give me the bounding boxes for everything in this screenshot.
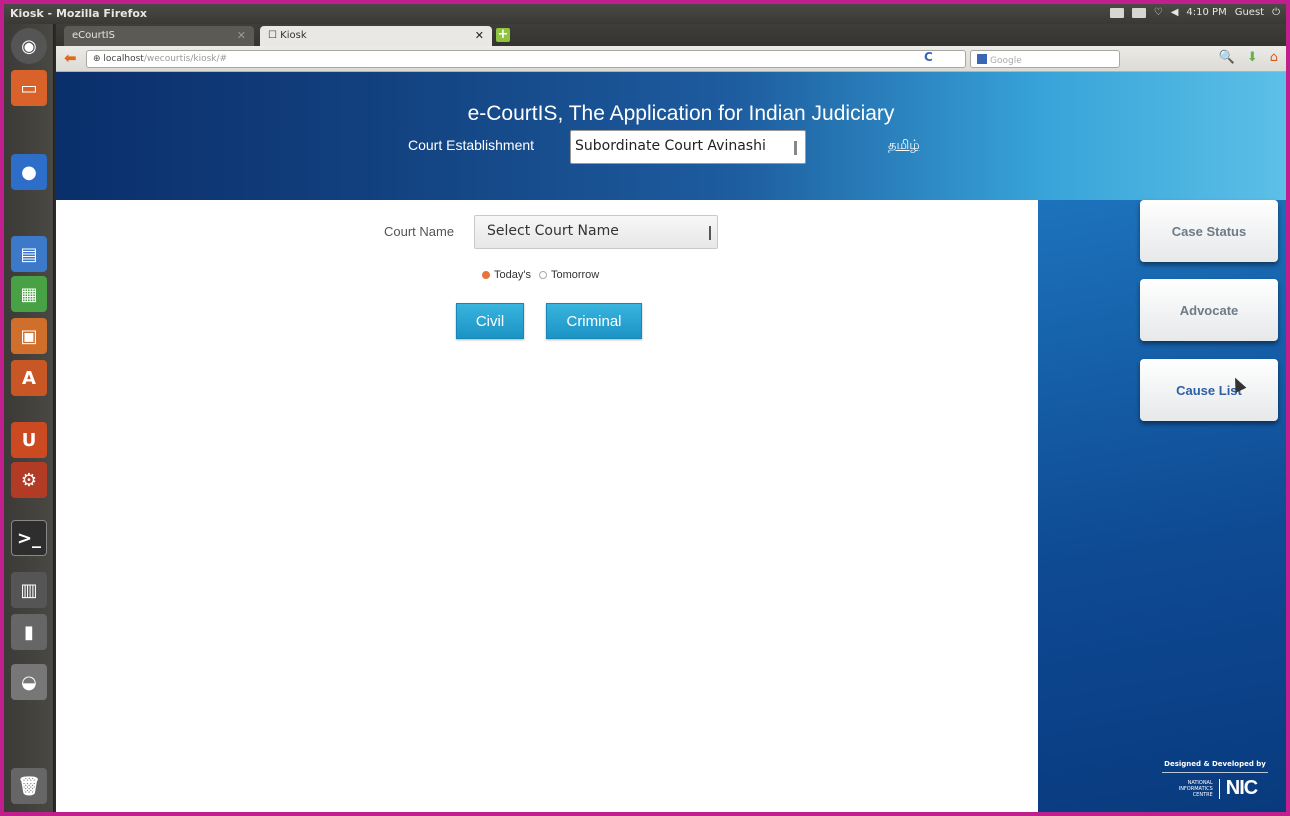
- ubuntu-one-icon[interactable]: U: [11, 422, 47, 458]
- files-icon[interactable]: ▭: [11, 70, 47, 106]
- url-path: /wecourtis/kiosk/#: [143, 54, 228, 64]
- software-center-icon[interactable]: A: [11, 360, 47, 396]
- home-icon[interactable]: ⌂: [1270, 50, 1278, 65]
- usb-drive-icon[interactable]: ▮: [11, 614, 47, 650]
- clock[interactable]: 4:10 PM: [1186, 7, 1226, 18]
- select-scroll-icon: [794, 141, 797, 155]
- download-icon[interactable]: ⬇: [1247, 50, 1258, 65]
- writer-icon[interactable]: ▤: [11, 236, 47, 272]
- tab-strip: eCourtIS ✕ ☐ Kiosk ✕ +: [56, 24, 1286, 46]
- criminal-button[interactable]: Criminal: [546, 303, 642, 339]
- main-content: Court Name Select Court Name Today's Tom…: [56, 200, 1038, 812]
- system-settings-icon[interactable]: ⚙: [11, 462, 47, 498]
- url-bar[interactable]: ⊕ localhost/wecourtis/kiosk/#: [86, 50, 966, 68]
- designed-by-text: Designed & Developed by: [1164, 760, 1266, 768]
- court-establishment-label: Court Establishment: [408, 137, 535, 153]
- page-icon: ☐: [268, 30, 277, 41]
- new-tab-button[interactable]: +: [496, 28, 510, 42]
- trash-icon[interactable]: 🗑: [11, 768, 47, 804]
- screen: Kiosk - Mozilla Firefox ♡ ◀ 4:10 PM Gues…: [4, 4, 1286, 812]
- window-title: Kiosk - Mozilla Firefox: [10, 7, 148, 20]
- court-name-label: Court Name: [384, 224, 455, 239]
- radio-today[interactable]: [482, 271, 490, 279]
- cdrom-icon[interactable]: ◒: [11, 664, 47, 700]
- launcher: ◉ ▭ ● ▤ ▦ ▣ A U ⚙ >_ ▥ ▮ ◒ 🗑: [4, 24, 54, 812]
- day-radio-group: Today's Tomorrow: [482, 269, 599, 281]
- impress-icon[interactable]: ▣: [11, 318, 47, 354]
- civil-button[interactable]: Civil: [456, 303, 524, 339]
- firefox-window: eCourtIS ✕ ☐ Kiosk ✕ + ⬅ ⊕ localhost/wec…: [56, 24, 1286, 812]
- navigation-bar: ⬅ ⊕ localhost/wecourtis/kiosk/# C Google…: [56, 46, 1286, 72]
- tab-label: Kiosk: [280, 30, 307, 41]
- search-bar[interactable]: Google: [970, 50, 1120, 68]
- header-banner: e-CourtIS, The Application for Indian Ju…: [56, 72, 1286, 200]
- reload-icon[interactable]: C: [924, 50, 933, 64]
- search-icon[interactable]: 🔍: [1219, 50, 1235, 65]
- nic-credit: Designed & Developed by NATIONAL INFORMA…: [1156, 760, 1274, 800]
- url-host: localhost: [103, 54, 144, 64]
- radio-today-label: Today's: [494, 269, 531, 281]
- toolbar-icons: 🔍 ⬇ ⌂: [1219, 50, 1278, 65]
- power-icon[interactable]: ⏻: [1272, 7, 1280, 18]
- user-menu[interactable]: Guest: [1235, 7, 1264, 18]
- advocate-button[interactable]: Advocate: [1140, 279, 1278, 341]
- divider: [1218, 778, 1220, 799]
- tab-ecourtis[interactable]: eCourtIS ✕: [64, 26, 254, 46]
- radio-tomorrow[interactable]: [538, 271, 547, 279]
- tamil-language-link[interactable]: தமிழ்: [888, 138, 920, 154]
- nic-logo-row: NATIONAL INFORMATICS CENTRE NIC: [1156, 777, 1274, 800]
- network-icon[interactable]: ♡: [1154, 7, 1163, 18]
- radio-tomorrow-label: Tomorrow: [550, 269, 600, 281]
- back-arrow-icon[interactable]: ⬅: [64, 49, 77, 67]
- dash-home-icon[interactable]: ◉: [11, 28, 47, 64]
- tab-label: eCourtIS: [72, 30, 115, 41]
- terminal-icon[interactable]: >_: [11, 520, 47, 556]
- workspace-switcher-icon[interactable]: ▥: [11, 572, 47, 608]
- google-icon: [977, 54, 987, 64]
- nic-logo: NIC: [1225, 777, 1258, 799]
- volume-icon[interactable]: ◀: [1171, 7, 1179, 18]
- tab-kiosk[interactable]: ☐ Kiosk ✕: [260, 26, 492, 46]
- court-name-value: Select Court Name: [487, 223, 619, 239]
- page-title: e-CourtIS, The Application for Indian Ju…: [467, 102, 895, 125]
- nic-full-name: NATIONAL INFORMATICS CENTRE: [1178, 779, 1213, 798]
- firefox-icon[interactable]: ●: [11, 154, 47, 190]
- case-status-button[interactable]: Case Status: [1140, 200, 1278, 262]
- top-panel: Kiosk - Mozilla Firefox ♡ ◀ 4:10 PM Gues…: [4, 4, 1286, 24]
- cause-list-button[interactable]: Cause List: [1140, 359, 1278, 421]
- court-establishment-value: Subordinate Court Avinashi: [575, 138, 766, 154]
- calc-icon[interactable]: ▦: [11, 276, 47, 312]
- court-establishment-select[interactable]: Subordinate Court Avinashi: [570, 130, 806, 164]
- close-icon[interactable]: ✕: [237, 29, 246, 42]
- keyboard-indicator-icon[interactable]: [1109, 7, 1124, 18]
- close-icon[interactable]: ✕: [475, 29, 484, 42]
- dropdown-arrow-icon: [709, 226, 711, 240]
- divider: [1162, 772, 1268, 773]
- search-placeholder: Google: [990, 56, 1022, 66]
- court-name-select[interactable]: Select Court Name: [474, 215, 718, 249]
- kiosk-page: e-CourtIS, The Application for Indian Ju…: [56, 72, 1286, 812]
- mail-indicator-icon[interactable]: [1131, 7, 1146, 18]
- indicator-area: ♡ ◀ 4:10 PM Guest ⏻: [1109, 7, 1280, 18]
- globe-icon: ⊕: [93, 54, 101, 64]
